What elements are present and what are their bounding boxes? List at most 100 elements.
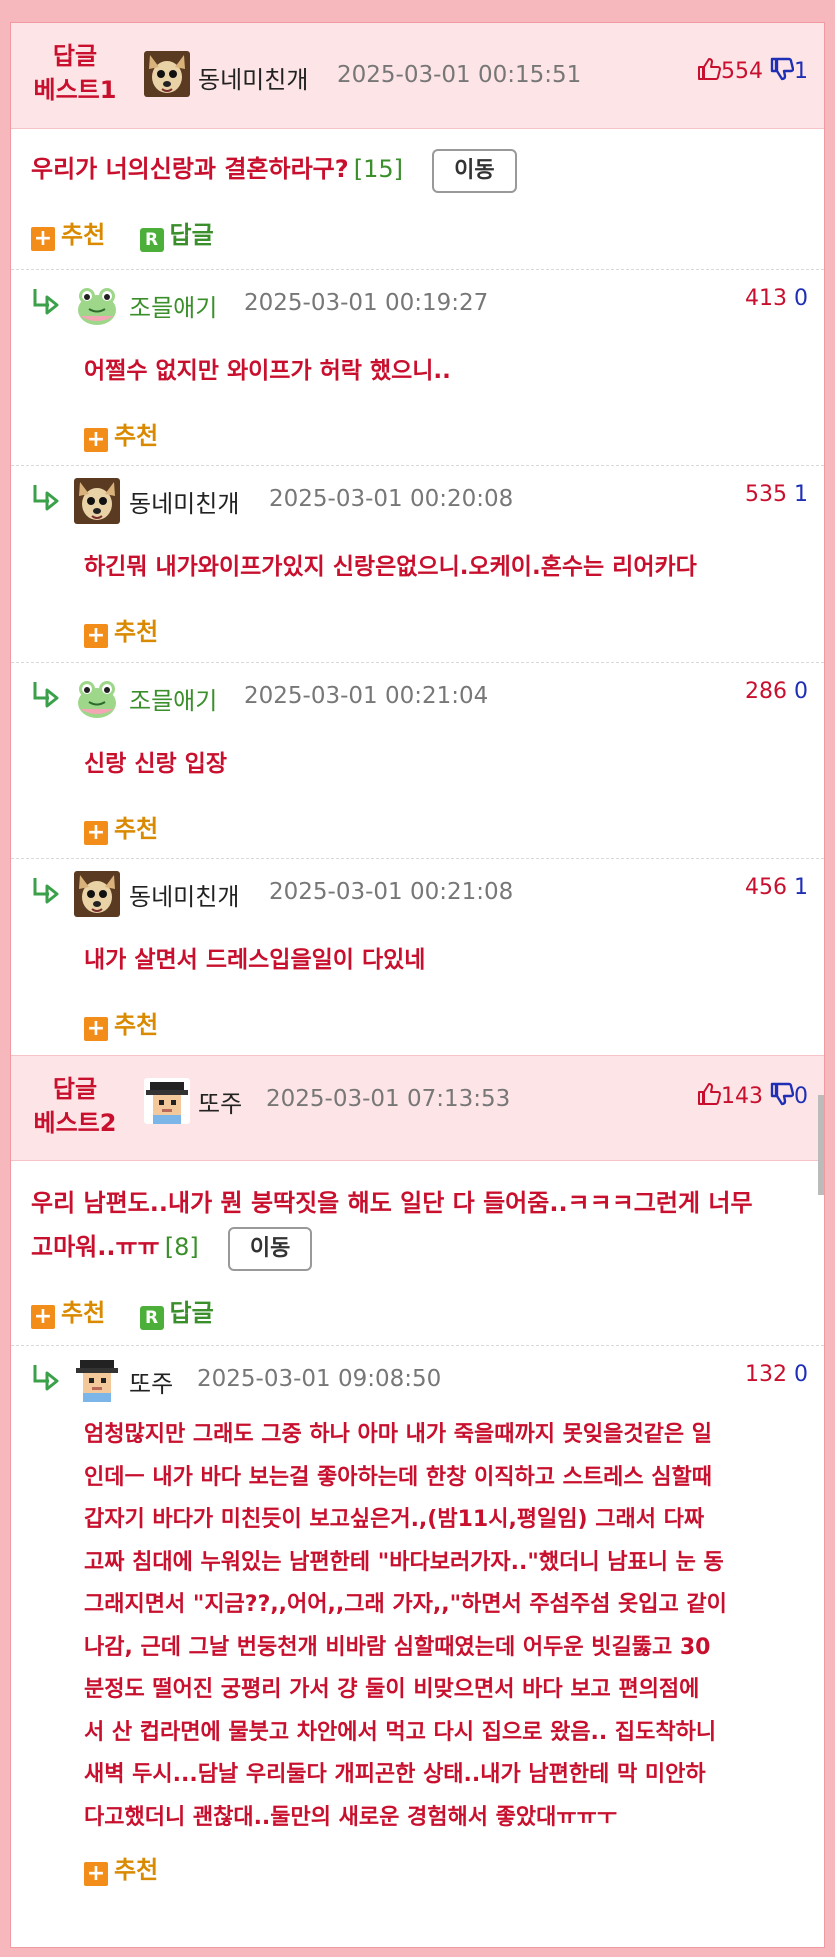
reply-text-line: 다고했더니 괜찮대..둘만의 새로운 경험해서 좋았대ㅠㅠㅜ (84, 1804, 618, 1830)
author-nick[interactable]: 또주 (129, 1364, 173, 1399)
best-label-line1: 답글 (52, 1075, 98, 1103)
recommend-label: 추천 (61, 221, 106, 249)
author-nick[interactable]: 조믈애기 (129, 681, 217, 716)
reply-text-line: 그래지면서 "지금??,,어어,,그래 가자,,"하면서 주섬주섬 옷입고 같이 (84, 1592, 727, 1617)
reply-button[interactable]: R 답글 (139, 1299, 214, 1330)
best-comment-body-2: 우리 남편도..내가 뭔 붕딱짓을 해도 일단 다 들어줌..ㅋㅋㅋ그런게 너무… (11, 1161, 824, 1345)
thumbs-up-icon[interactable] (697, 1082, 721, 1112)
thumbs-down-icon[interactable] (770, 57, 794, 87)
upvote-count: 286 (745, 679, 787, 704)
downvote-count: 0 (794, 286, 808, 311)
upvote-count: 413 (745, 286, 787, 311)
reply-text-line: 고짜 침대에 누워있는 남편한테 "바다보러가자.."했더니 남표니 눈 동 (84, 1549, 724, 1575)
thumbs-up-icon[interactable] (697, 57, 721, 87)
recommend-label: 추천 (114, 815, 159, 843)
move-button[interactable]: 이동 (432, 149, 517, 193)
best-title-row: 우리가 너의신랑과 결혼하라구? [15] 이동 (31, 147, 517, 193)
downvote-count: 0 (794, 1362, 808, 1387)
downvote-count: 1 (794, 875, 808, 900)
reply-label: 답글 (169, 1299, 214, 1327)
vote-counts: 413 0 (745, 286, 808, 311)
best-actions: + 추천 R 답글 (31, 1293, 214, 1330)
recommend-button[interactable]: + 추천 (84, 1005, 158, 1041)
reply-item: 동네미친개 2025-03-01 00:21:08 456 1 내가 살면서 드… (11, 858, 824, 1055)
best-comment-header-2: 답글 베스트2 또주 2025-03-01 07:13:53 143 0 (11, 1055, 824, 1161)
avatar-dog[interactable] (144, 51, 190, 97)
reply-arrow-icon (31, 875, 61, 905)
avatar-frog[interactable] (74, 675, 120, 721)
downvote-count: 0 (794, 679, 808, 704)
best-label-2: 답글 베스트2 (23, 1072, 127, 1140)
best-comment-text-line2: 고마워..ㅠㅠ (31, 1233, 160, 1261)
best-label-line2: 베스트2 (33, 1109, 117, 1137)
recommend-label: 추천 (61, 1299, 106, 1327)
recommend-button[interactable]: + 추천 (31, 221, 106, 251)
recommend-button[interactable]: + 추천 (84, 1850, 158, 1886)
downvote-count: 0 (794, 1084, 808, 1109)
thumbs-down-icon[interactable] (770, 1082, 794, 1112)
plus-icon: + (31, 227, 55, 251)
reply-label: 답글 (169, 221, 214, 249)
reply-icon: R (139, 1306, 164, 1330)
reply-arrow-icon (31, 482, 61, 512)
avatar-dog[interactable] (74, 478, 120, 524)
reply-count: [15] (353, 155, 404, 183)
recommend-label: 추천 (114, 1011, 159, 1039)
reply-button[interactable]: R 답글 (139, 221, 214, 252)
comment-date: 2025-03-01 00:19:27 (244, 290, 489, 316)
upvote-count: 456 (745, 875, 787, 900)
avatar-pixel-boy[interactable] (144, 1078, 190, 1124)
author-nick[interactable]: 동네미친개 (198, 60, 308, 95)
reply-item: 동네미친개 2025-03-01 00:20:08 535 1 하긴뭐 내가와이… (11, 465, 824, 662)
reply-text: 내가 살면서 드레스입을일이 다있네 (84, 947, 426, 973)
comment-date: 2025-03-01 00:21:04 (244, 683, 489, 709)
best-label-1: 답글 베스트1 (23, 39, 127, 107)
vote-counts: 143 0 (697, 1082, 808, 1112)
recommend-label: 추천 (114, 422, 159, 450)
reply-icon: R (139, 228, 164, 252)
best-comment-text-line1: 우리 남편도..내가 뭔 붕딱짓을 해도 일단 다 들어줌..ㅋㅋㅋ그런게 너무 (31, 1189, 753, 1217)
recommend-label: 추천 (114, 1856, 159, 1884)
plus-icon: + (84, 624, 108, 648)
plus-icon: + (84, 1017, 108, 1041)
author-nick[interactable]: 또주 (198, 1084, 242, 1119)
reply-text-line: 나감, 근데 그날 번둥천개 비바람 심할때였는데 어두운 빗길뚫고 30 (84, 1634, 711, 1660)
best-comment-header-1: 답글 베스트1 동네미친개 2025-03-01 00:15:51 554 1 (11, 23, 824, 129)
downvote-count: 1 (794, 482, 808, 507)
best-actions: + 추천 R 답글 (31, 215, 214, 252)
scrollbar-thumb[interactable] (818, 1095, 824, 1195)
reply-item: 또주 2025-03-01 09:08:50 132 0 엄청많지만 그래도 그… (11, 1345, 824, 1905)
recommend-button[interactable]: + 추천 (31, 1299, 106, 1329)
reply-text: 신랑 신랑 입장 (84, 751, 227, 777)
move-button[interactable]: 이동 (227, 1227, 313, 1271)
reply-text: 엄청많지만 그래도 그중 하나 아마 내가 죽을때까지 못잊을것같은 일 인데ㅡ… (84, 1414, 808, 1839)
author-nick[interactable]: 동네미친개 (129, 877, 239, 912)
comment-date: 2025-03-01 09:08:50 (197, 1366, 442, 1392)
best-title-block: 우리 남편도..내가 뭔 붕딱짓을 해도 일단 다 들어줌..ㅋㅋㅋ그런게 너무… (31, 1181, 808, 1271)
reply-text-line: 갑자기 바다가 미친듯이 보고싶은거.,(밤11시,평일임) 그래서 다짜 (84, 1507, 705, 1532)
best-comment-text: 우리가 너의신랑과 결혼하라구? (31, 155, 349, 183)
comment-frame: 답글 베스트1 동네미친개 2025-03-01 00:15:51 554 1 … (10, 22, 825, 1948)
downvote-count: 1 (794, 59, 808, 84)
author-nick[interactable]: 동네미친개 (129, 484, 239, 519)
recommend-button[interactable]: + 추천 (84, 809, 158, 845)
comment-date: 2025-03-01 00:20:08 (269, 486, 514, 512)
reply-arrow-icon (31, 1362, 61, 1392)
reply-text-line: 인데ㅡ 내가 바다 보는걸 좋아하는데 한창 이직하고 스트레스 심할때 (84, 1464, 712, 1490)
avatar-pixel-boy[interactable] (74, 1356, 120, 1402)
avatar-dog[interactable] (74, 871, 120, 917)
recommend-button[interactable]: + 추천 (84, 612, 158, 648)
upvote-count: 143 (721, 1084, 763, 1109)
vote-counts: 132 0 (745, 1362, 808, 1387)
avatar-frog[interactable] (74, 282, 120, 328)
plus-icon: + (84, 1862, 108, 1886)
reply-text-line: 새벽 두시...담날 우리둘다 개피곤한 상태..내가 남편한테 막 미안하 (84, 1762, 706, 1787)
upvote-count: 554 (721, 59, 763, 84)
reply-text: 하긴뭐 내가와이프가있지 신랑은없으니.오케이.혼수는 리어카다 (84, 554, 697, 580)
best-label-line2: 베스트1 (33, 76, 117, 104)
recommend-button[interactable]: + 추천 (84, 416, 158, 452)
upvote-count: 535 (745, 482, 787, 507)
author-nick[interactable]: 조믈애기 (129, 288, 217, 323)
reply-text: 어쩔수 없지만 와이프가 허락 했으니.. (84, 358, 451, 384)
vote-counts: 535 1 (745, 482, 808, 507)
